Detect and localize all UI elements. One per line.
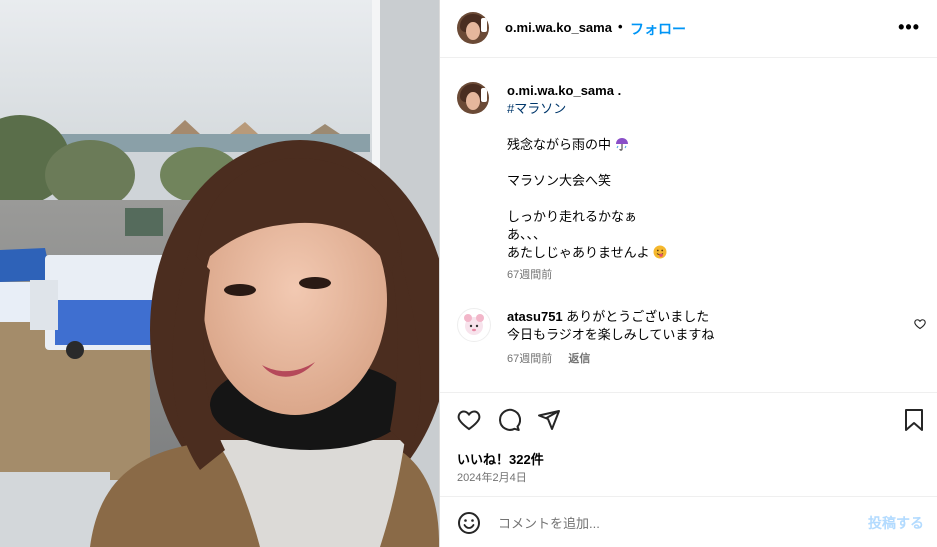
post-photo[interactable] <box>0 0 439 547</box>
comment-input[interactable] <box>496 511 830 535</box>
post-comment-button[interactable]: 投稿する <box>868 513 924 533</box>
paper-plane-icon[interactable] <box>537 408 561 437</box>
comment-line-2: 今日もラジオを楽しみしていますね <box>507 327 715 342</box>
commenter-username[interactable]: atasu751 <box>507 309 563 324</box>
caption-line-3: しっかり走れるかなぁ <box>507 209 638 224</box>
caption-trailing: . <box>617 83 622 98</box>
tongue-face-icon <box>653 245 667 260</box>
umbrella-rain-icon <box>615 137 629 152</box>
heart-outline-icon[interactable] <box>457 408 481 437</box>
caption-timestamp[interactable]: 67週間前 <box>507 266 907 284</box>
selfie-image <box>0 0 439 547</box>
emoji-icon[interactable] <box>457 511 481 540</box>
comment-composer: 投稿する <box>440 496 937 547</box>
hashtag-link[interactable]: #マラソン <box>507 100 907 118</box>
post-details-panel: o.mi.wa.ko_sama • フォロー ••• o.mi.wa.ko_sa… <box>439 0 937 547</box>
post-header: o.mi.wa.ko_sama • フォロー ••• <box>440 0 937 58</box>
commenter-avatar[interactable] <box>457 308 491 342</box>
comment-item: atasu751 ありがとうございました 今日もラジオを楽しみしていますね 67… <box>507 308 887 368</box>
caption-avatar[interactable] <box>457 82 489 114</box>
comment-timestamp[interactable]: 67週間前 <box>507 353 552 365</box>
more-options-icon[interactable]: ••• <box>898 18 920 36</box>
author-avatar[interactable] <box>457 12 489 44</box>
comment-like-heart-icon[interactable] <box>914 317 926 335</box>
post-caption: o.mi.wa.ko_sama . #マラソン 残念ながら雨の中 マラソン大会へ… <box>507 82 907 284</box>
follow-button[interactable]: フォロー <box>630 19 686 39</box>
comment-line-1: ありがとうございました <box>566 309 710 324</box>
caption-line-2: マラソン大会へ笑 <box>507 173 612 188</box>
separator-dot: • <box>618 19 623 34</box>
instagram-post-modal: o.mi.wa.ko_sama • フォロー ••• o.mi.wa.ko_sa… <box>0 0 937 547</box>
author-username[interactable]: o.mi.wa.ko_sama <box>505 20 612 35</box>
reply-button[interactable]: 返信 <box>568 353 590 365</box>
comment-bubble-icon[interactable] <box>497 408 522 437</box>
caption-line-4: あ、、、 <box>507 227 547 242</box>
caption-author[interactable]: o.mi.wa.ko_sama <box>507 83 614 98</box>
like-count[interactable]: いいね！322件 <box>457 449 544 468</box>
post-date[interactable]: 2024年2月4日 <box>457 469 527 485</box>
caption-line-1: 残念ながら雨の中 <box>507 137 612 152</box>
caption-line-5: あたしじゃありませんよ <box>507 245 650 260</box>
bookmark-icon[interactable] <box>903 408 925 437</box>
action-bar <box>440 392 937 453</box>
